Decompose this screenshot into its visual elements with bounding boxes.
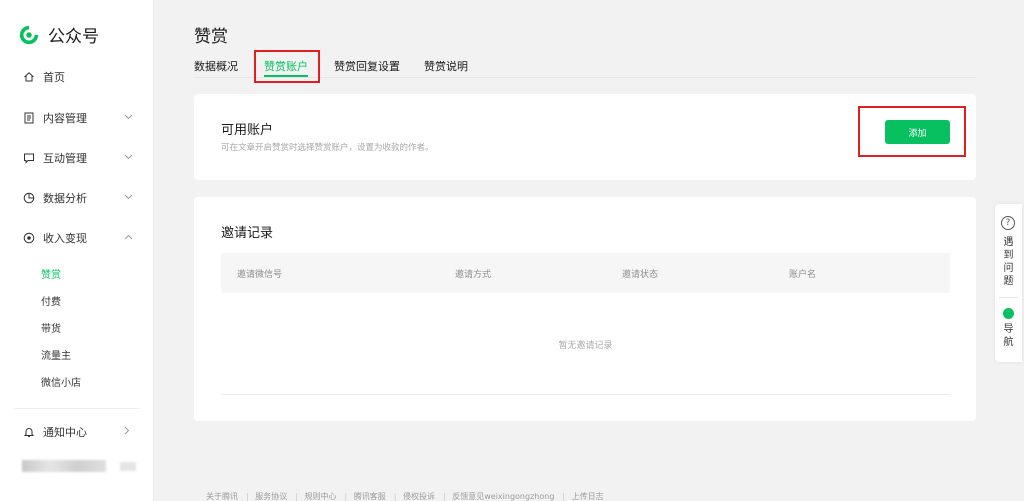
float-panel-divider	[999, 297, 1018, 298]
highlight-box-tab	[254, 50, 320, 83]
sidebar-item-label: 首页	[43, 71, 65, 84]
invite-records-card: 邀请记录 暂无邀请记录	[194, 197, 976, 421]
help-question-icon[interactable]: ?	[1001, 216, 1015, 230]
invite-records-title: 邀请记录	[221, 226, 274, 241]
logo[interactable]: 公众号	[18, 22, 99, 47]
tab-reply-settings[interactable]: 赞赏回复设置	[334, 58, 400, 74]
invite-table-header: 邀请微信号 邀请方式 邀请状态 账户名	[221, 253, 950, 293]
chevron-down-icon	[124, 110, 134, 123]
nav-label[interactable]: 导 航	[995, 323, 1022, 349]
help-label-char: 遇	[1003, 237, 1014, 248]
sidebar-item-home[interactable]: 首页	[22, 69, 134, 85]
sidebar-subitem-traffic-owner[interactable]: 流量主	[41, 347, 71, 362]
sidebar-item-interaction[interactable]: 互动管理	[22, 150, 134, 166]
tab-overview[interactable]: 数据概况	[194, 58, 238, 74]
sidebar-subitem-paid[interactable]: 付费	[41, 293, 61, 308]
table-bottom-divider	[221, 394, 950, 395]
sidebar-subitem-reward[interactable]: 赞赏	[41, 266, 61, 281]
sidebar-item-content[interactable]: 内容管理	[22, 110, 134, 126]
chevron-down-icon	[124, 190, 134, 203]
account-menu-handle[interactable]	[120, 462, 136, 471]
home-icon	[22, 71, 35, 84]
help-label-char: 题	[1003, 276, 1014, 287]
sidebar-item-monetization[interactable]: 收入变现	[22, 230, 134, 246]
document-icon	[22, 112, 35, 125]
sidebar-item-analytics[interactable]: 数据分析	[22, 190, 134, 206]
footer-link[interactable]: 上传日志	[572, 492, 604, 501]
footer-link[interactable]: 服务协议	[255, 492, 287, 501]
nav-label-char: 航	[1003, 337, 1014, 348]
page-title: 赞赏	[194, 27, 228, 47]
sidebar-subitem-commerce[interactable]: 带货	[41, 320, 61, 335]
sidebar-item-notifications[interactable]: 通知中心	[22, 424, 134, 440]
footer-link[interactable]: 侵权投诉	[403, 492, 435, 501]
account-avatar-name[interactable]	[22, 460, 106, 472]
navigation-icon[interactable]	[1003, 308, 1014, 319]
column-header-account-name: 账户名	[789, 270, 817, 280]
pie-icon	[22, 192, 35, 205]
column-header-wechat-id: 邀请微信号	[237, 270, 283, 280]
empty-state-text: 暂无邀请记录	[558, 341, 613, 351]
available-accounts-title: 可用账户	[221, 123, 274, 138]
chat-icon	[22, 152, 35, 165]
footer-link[interactable]: 反馈意见weixingongzhong	[452, 492, 554, 501]
sidebar-subitem-wechat-store[interactable]: 微信小店	[41, 374, 81, 389]
logo-text: 公众号	[48, 27, 99, 47]
chevron-right-icon	[124, 424, 134, 437]
chevron-down-icon	[124, 150, 134, 163]
sidebar: 公众号 首页 内容管理 互动管理 数据分析 收入变现 赞赏 付费 带货 流量主 …	[0, 0, 154, 501]
sidebar-divider	[14, 408, 140, 409]
floating-help-panel: ? 遇 到 问 题 导 航	[995, 204, 1022, 362]
footer-link[interactable]: 关于腾讯	[206, 492, 238, 501]
nav-label-char: 导	[1003, 324, 1014, 335]
add-account-button[interactable]: 添加	[885, 120, 950, 144]
target-icon	[22, 232, 35, 245]
sidebar-item-label: 数据分析	[43, 192, 87, 205]
bell-icon	[22, 426, 35, 439]
column-header-status: 邀请状态	[622, 270, 659, 280]
sidebar-item-label: 内容管理	[43, 112, 87, 125]
chevron-up-icon	[124, 230, 134, 243]
help-label-char: 问	[1003, 263, 1014, 274]
footer-link[interactable]: 规则中心	[305, 492, 337, 501]
sidebar-item-label: 互动管理	[43, 152, 87, 165]
help-label[interactable]: 遇 到 问 题	[995, 236, 1022, 288]
footer-link[interactable]: 腾讯客服	[354, 492, 386, 501]
column-header-method: 邀请方式	[455, 270, 492, 280]
tab-reward-info[interactable]: 赞赏说明	[424, 58, 468, 74]
available-accounts-description: 可在文章开启赞赏时选择赞赏账户，设置为收款的作者。	[221, 143, 434, 153]
help-label-char: 到	[1003, 250, 1014, 261]
sidebar-item-label: 收入变现	[43, 232, 87, 245]
footer-links: 关于腾讯 | 服务协议 | 规则中心 | 腾讯客服 | 侵权投诉 | 反馈意见weixin…	[206, 492, 604, 501]
sidebar-item-label: 通知中心	[43, 426, 87, 439]
wechat-official-logo-icon	[19, 25, 39, 44]
